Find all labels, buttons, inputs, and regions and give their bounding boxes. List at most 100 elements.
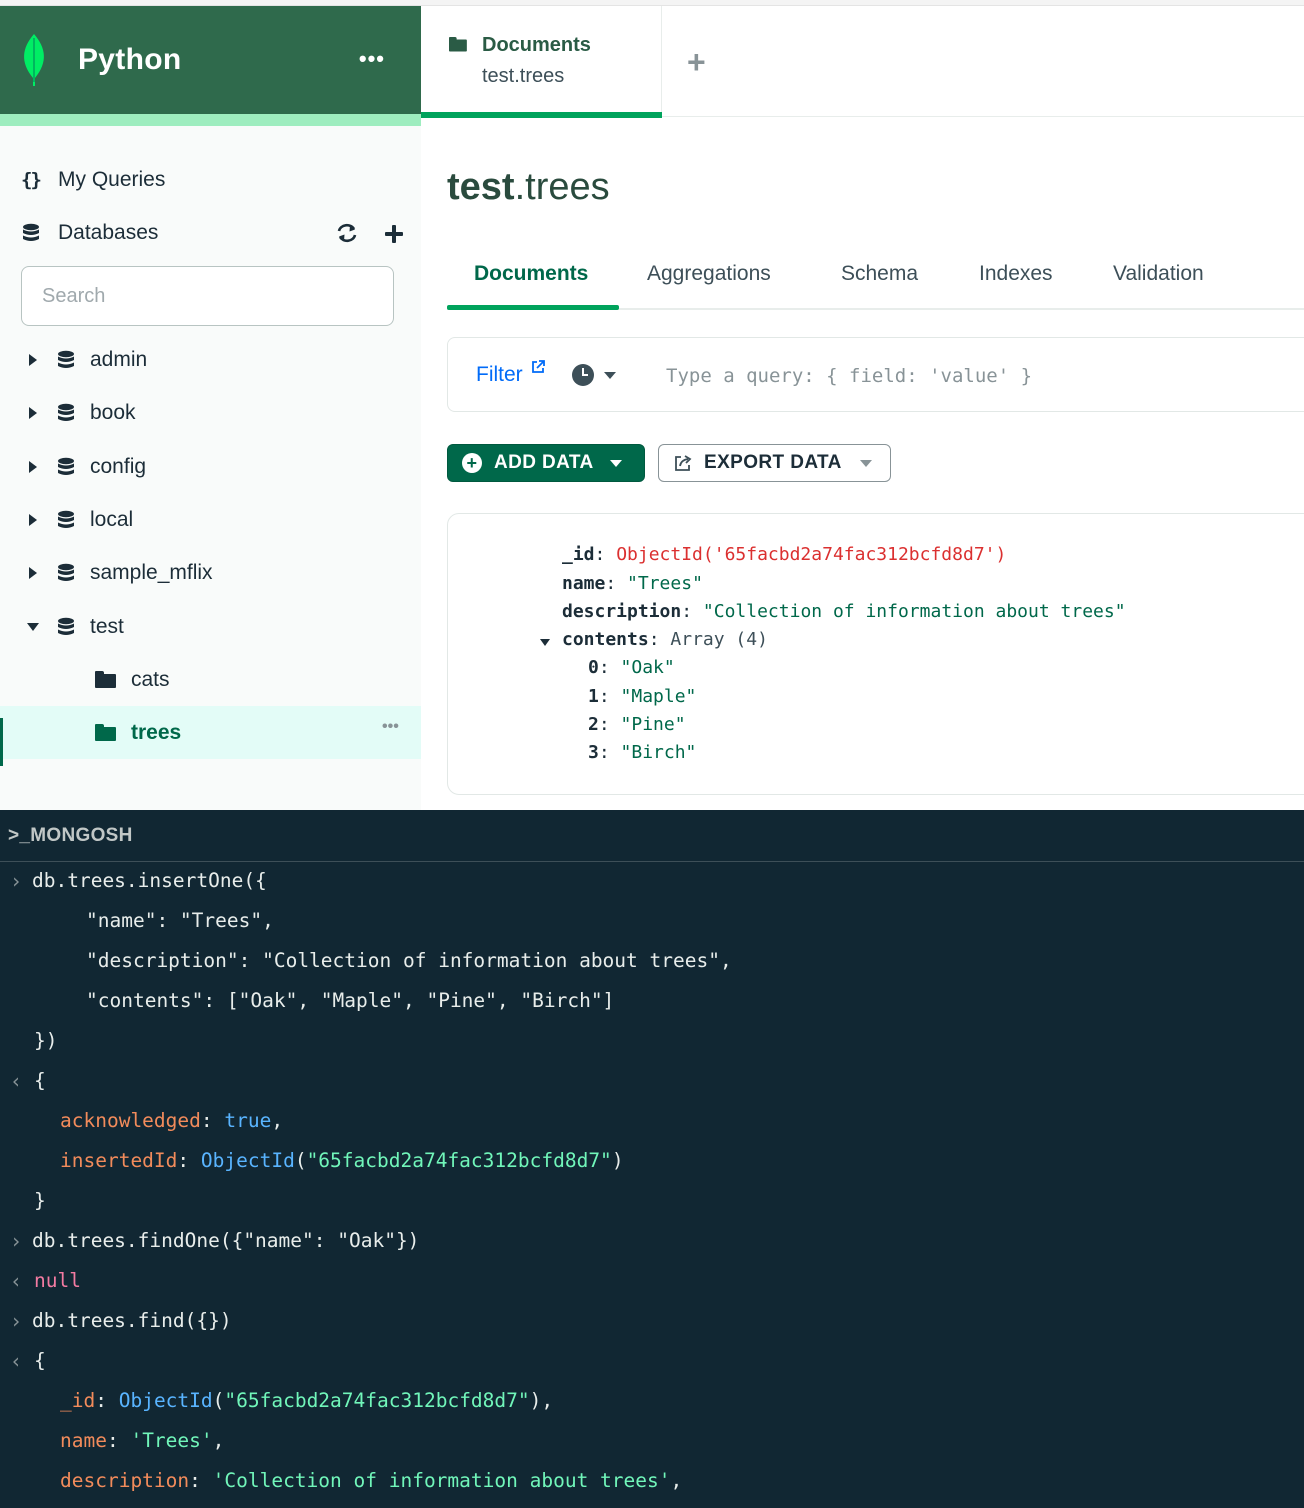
namespace-db: test <box>447 166 515 208</box>
query-input[interactable] <box>666 360 1304 392</box>
output-prompt-icon: ‹ <box>10 1349 23 1373</box>
shell-line: acknowledged: true, <box>60 1109 284 1132</box>
filter-link[interactable]: Filter <box>476 363 523 387</box>
document-field-contents: contents: Array (4) <box>562 629 768 650</box>
connection-accent-bar <box>0 114 421 126</box>
folder-icon <box>95 671 116 688</box>
document-field-description: description: "Collection of information … <box>562 601 1126 622</box>
sidebar-item-label: My Queries <box>58 167 166 191</box>
add-database-icon[interactable] <box>384 224 404 244</box>
collapse-caret-icon[interactable] <box>540 639 550 646</box>
expand-caret-icon[interactable] <box>29 513 37 526</box>
array-item: 2: "Pine" <box>588 714 686 735</box>
shell-line: ‹{ <box>0 1341 1304 1381</box>
shell-line: › db.trees.find({}) <box>0 1301 1304 1341</box>
plus-circle-icon: + <box>462 453 482 473</box>
sidebar-item-book[interactable]: book <box>0 386 421 439</box>
output-prompt-icon: ‹ <box>10 1269 23 1293</box>
shell-line: description: 'Collection of information … <box>60 1469 683 1492</box>
tab-documents-test-trees[interactable]: Documents test.trees <box>421 6 662 118</box>
query-history-caret-icon[interactable] <box>604 372 616 379</box>
workspace-tabbar: Documents test.trees + <box>421 6 1304 118</box>
mongodb-leaf-icon <box>24 34 44 86</box>
connection-menu-icon[interactable]: ••• <box>359 46 385 72</box>
namespace-collection: .trees <box>514 166 610 208</box>
shell-line: name: 'Trees', <box>60 1429 225 1452</box>
chevron-down-icon <box>609 459 622 467</box>
tab-aggregations[interactable]: Aggregations <box>647 262 771 286</box>
shell-line: }) <box>34 1029 58 1052</box>
collection-menu-icon[interactable]: ••• <box>382 718 399 736</box>
database-label: admin <box>90 347 148 371</box>
shell-line: ‹{ <box>0 1061 1304 1101</box>
document-card[interactable]: _id: ObjectId('65facbd2a74fac312bcfd8d7'… <box>447 513 1304 795</box>
curly-braces-icon: {} <box>21 168 42 191</box>
active-tab-indicator <box>421 112 662 118</box>
collapse-caret-icon[interactable] <box>27 622 39 631</box>
input-prompt-icon: › <box>10 869 23 893</box>
shell-line: insertedId: ObjectId("65facbd2a74fac312b… <box>60 1149 624 1172</box>
refresh-icon[interactable] <box>335 222 359 244</box>
expand-caret-icon[interactable] <box>29 353 37 366</box>
shell-line: _id: ObjectId("65facbd2a74fac312bcfd8d7"… <box>60 1389 554 1412</box>
shell-line: "name": "Trees", <box>86 909 274 932</box>
document-field-id: _id: ObjectId('65facbd2a74fac312bcfd8d7'… <box>562 544 1007 565</box>
namespace-title: test.trees <box>447 166 610 209</box>
shell-line: › db.trees.findOne({"name": "Oak"}) <box>0 1221 1304 1261</box>
output-prompt-icon: ‹ <box>10 1069 23 1093</box>
expand-caret-icon[interactable] <box>29 406 37 419</box>
database-label: test <box>90 614 124 638</box>
collection-label: trees <box>131 720 182 744</box>
sidebar-item-cats[interactable]: cats <box>0 653 421 706</box>
sidebar-search-input[interactable] <box>21 266 394 326</box>
shell-line: ‹ null <box>0 1261 1304 1301</box>
input-prompt-icon: › <box>10 1229 23 1253</box>
sidebar-item-test[interactable]: test <box>0 600 421 653</box>
sidebar-item-trees[interactable]: trees ••• <box>0 706 421 759</box>
connection-header[interactable]: Python ••• <box>0 6 421 114</box>
tab-validation[interactable]: Validation <box>1113 262 1204 286</box>
database-label: sample_mflix <box>90 560 213 584</box>
sidebar-item-label: Databases <box>58 220 159 244</box>
add-data-button[interactable]: + ADD DATA <box>447 444 645 482</box>
document-field-name: name: "Trees" <box>562 573 703 594</box>
input-prompt-icon: › <box>10 1309 23 1333</box>
shell-line: "description": "Collection of informatio… <box>86 949 732 972</box>
export-data-button[interactable]: EXPORT DATA <box>658 444 891 482</box>
sidebar-item-my-queries[interactable]: {} My Queries <box>0 153 421 206</box>
mongosh-panel[interactable]: >_MONGOSH › db.trees.insertOne({ "name": … <box>0 810 1304 1508</box>
database-icon <box>58 563 74 581</box>
collection-subtabs: Documents Aggregations Schema Indexes Va… <box>447 254 1304 310</box>
array-item: 1: "Maple" <box>588 686 697 707</box>
export-icon <box>675 455 692 471</box>
shell-line: } <box>34 1189 46 1212</box>
export-data-label: EXPORT DATA <box>704 452 842 473</box>
external-link-icon[interactable] <box>531 360 545 374</box>
expand-caret-icon[interactable] <box>29 566 37 579</box>
sidebar-item-config[interactable]: config <box>0 440 421 493</box>
database-icon <box>58 510 74 528</box>
shell-line: "contents": ["Oak", "Maple", "Pine", "Bi… <box>86 989 615 1012</box>
tab-subtitle: test.trees <box>482 65 565 87</box>
sidebar-item-sample-mflix[interactable]: sample_mflix <box>0 546 421 599</box>
array-item: 0: "Oak" <box>588 657 675 678</box>
add-data-label: ADD DATA <box>494 452 594 473</box>
collection-label: cats <box>131 667 170 691</box>
folder-icon <box>95 724 116 741</box>
sidebar-item-admin[interactable]: admin <box>0 333 421 386</box>
sidebar-item-local[interactable]: local <box>0 493 421 546</box>
folder-icon <box>449 37 470 59</box>
mongosh-title[interactable]: >_MONGOSH <box>0 810 1304 862</box>
new-tab-plus-icon[interactable]: + <box>687 44 706 81</box>
tab-schema[interactable]: Schema <box>841 262 918 286</box>
chevron-down-icon <box>859 459 872 467</box>
database-icon <box>23 223 39 241</box>
database-icon <box>58 617 74 635</box>
expand-caret-icon[interactable] <box>29 460 37 473</box>
database-label: local <box>90 507 134 531</box>
shell-line: › db.trees.insertOne({ <box>0 861 1304 901</box>
tab-documents[interactable]: Documents <box>474 262 588 286</box>
sidebar: Python ••• {} My Queries Databases admin <box>0 6 421 810</box>
query-history-clock-icon[interactable] <box>572 364 594 386</box>
tab-indexes[interactable]: Indexes <box>979 262 1053 286</box>
